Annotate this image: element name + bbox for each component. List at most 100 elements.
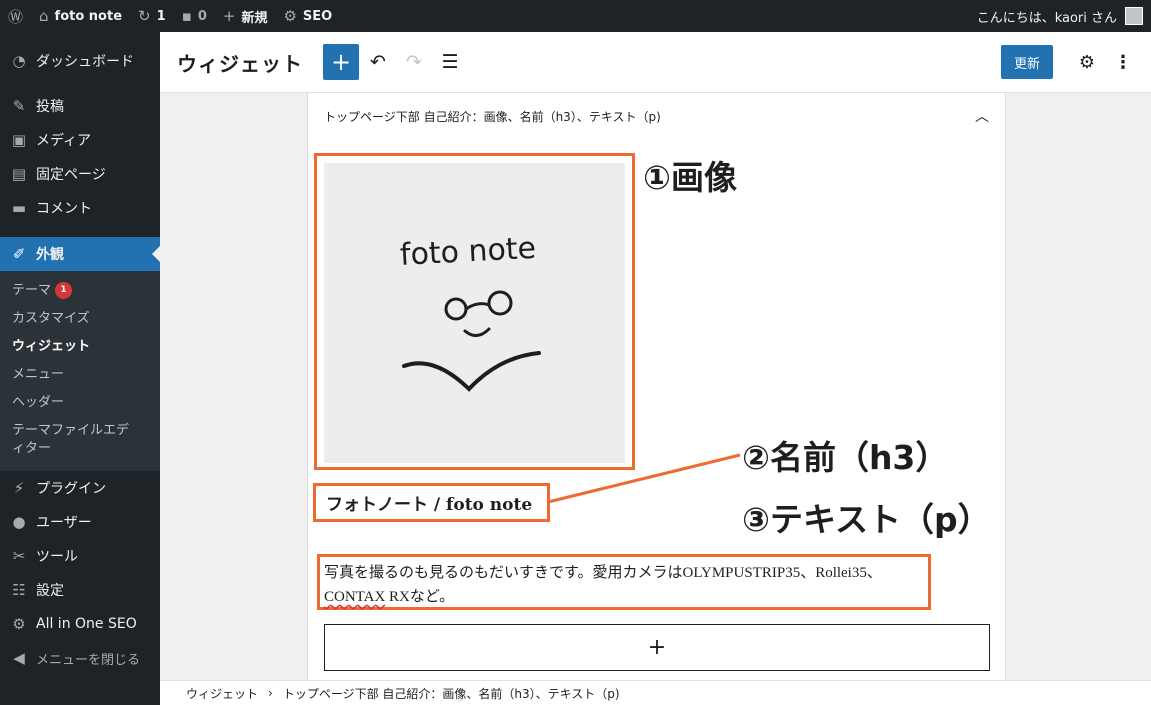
- image-block[interactable]: foto note: [314, 153, 635, 470]
- sidebar-item-label: プラグイン: [36, 481, 106, 497]
- submenu-item-widgets[interactable]: ウィジェット: [0, 333, 160, 361]
- submenu-item-header[interactable]: ヘッダー: [0, 389, 160, 417]
- sidebar-item-label: 設定: [36, 583, 64, 599]
- widget-area-header[interactable]: トップページ下部 自己紹介：画像、名前（h3）、テキスト（p) ︿: [308, 93, 1005, 139]
- paragraph-text-end: RXなど。: [385, 589, 455, 605]
- sidebar-item-comments[interactable]: ▬ コメント: [0, 191, 160, 225]
- admin-bar: Ⓦ ⌂ foto note ↻ 1 ▪ 0 + 新規 ⚙ SEO こんにちは、kaori …: [0, 0, 1151, 32]
- sidebar-item-label: ツール: [36, 549, 78, 565]
- chevron-up-icon[interactable]: ︿: [975, 106, 989, 126]
- annotation-text: ③テキスト（p）: [742, 500, 991, 539]
- seo-link[interactable]: ⚙ SEO: [275, 0, 340, 32]
- settings-icon: ☷: [12, 581, 26, 599]
- sidebar-item-users[interactable]: ● ユーザー: [0, 505, 160, 539]
- admin-sidebar: ◔ ダッシュボード ✎ 投稿 ▣ メディア ▤ 固定ページ ▬ コメント ✐ 外観 テーマ 1…: [0, 32, 160, 705]
- submenu-item-themes[interactable]: テーマ 1: [0, 277, 160, 305]
- submenu-item-menus[interactable]: メニュー: [0, 361, 160, 389]
- heading-block[interactable]: フォトノート / foto note: [313, 483, 550, 522]
- breadcrumb-separator: ›: [268, 686, 273, 700]
- sidebar-item-label: 投稿: [36, 99, 64, 115]
- updates-link[interactable]: ↻ 1: [130, 0, 174, 32]
- glasses-bridge: [465, 302, 490, 311]
- misspelled-word: CONTAX: [324, 589, 386, 605]
- site-name: foto note: [54, 8, 123, 24]
- new-content-link[interactable]: + 新規: [215, 0, 276, 32]
- sidebar-item-label: ユーザー: [36, 515, 92, 531]
- heading-text: フォトノート / foto note: [326, 495, 533, 515]
- paragraph-text: 写真を撮るのも見るのもだいすきです。愛用カメラはOLYMPUSTRIP35、Ro…: [324, 565, 882, 581]
- add-block-button[interactable]: +: [323, 44, 359, 80]
- update-badge: 1: [55, 282, 73, 299]
- collapse-icon: ◀: [13, 649, 25, 667]
- update-button[interactable]: 更新: [1000, 45, 1053, 79]
- undo-button[interactable]: ↶: [360, 44, 396, 80]
- sidebar-item-aioseo[interactable]: ⚙ All in One SEO: [0, 607, 160, 641]
- sidebar-item-label: All in One SEO: [36, 616, 137, 632]
- avatar: [1125, 7, 1143, 25]
- sidebar-item-label: コメント: [36, 201, 92, 217]
- page-icon: ▤: [11, 165, 27, 183]
- sidebar-item-dashboard[interactable]: ◔ ダッシュボード: [0, 44, 160, 78]
- sidebar-item-media[interactable]: ▣ メディア: [0, 123, 160, 157]
- sidebar-item-plugins[interactable]: ⚡ プラグイン: [0, 471, 160, 505]
- breadcrumb-root[interactable]: ウィジェット: [186, 685, 258, 702]
- greeting: こんにちは、kaori さん: [976, 10, 1117, 26]
- dashboard-icon: ◔: [12, 52, 26, 70]
- brush-icon: ✐: [12, 245, 26, 263]
- site-name-link[interactable]: ⌂ foto note: [31, 0, 130, 32]
- wordpress-logo[interactable]: Ⓦ: [0, 0, 31, 32]
- paragraph-block[interactable]: 写真を撮るのも見るのもだいすきです。愛用カメラはOLYMPUSTRIP35、Ro…: [317, 554, 931, 610]
- media-icon: ▣: [11, 131, 27, 149]
- editor-header: ウィジェット + ↶ ↷ ☰ 更新 ⚙ ⋮: [160, 32, 1151, 93]
- account-menu[interactable]: こんにちは、kaori さん: [977, 7, 1151, 26]
- user-icon: ●: [12, 513, 26, 531]
- sidebar-item-label: 外観: [36, 247, 64, 263]
- sidebar-item-posts[interactable]: ✎ 投稿: [0, 89, 160, 123]
- submenu-item-customize[interactable]: カスタマイズ: [0, 305, 160, 333]
- profile-illustration: foto note: [399, 231, 541, 392]
- book-shape: [402, 351, 541, 392]
- smile: [463, 327, 491, 337]
- updates-icon: ↻: [138, 7, 151, 25]
- redo-button[interactable]: ↷: [396, 44, 432, 80]
- annotation-image: ①画像: [643, 158, 737, 197]
- list-view-button[interactable]: ☰: [432, 44, 468, 80]
- home-icon: ⌂: [39, 7, 49, 25]
- sidebar-item-tools[interactable]: ✂ ツール: [0, 539, 160, 573]
- settings-button[interactable]: ⚙: [1069, 44, 1105, 80]
- submenu-label: テーマ: [12, 283, 52, 298]
- plugin-icon: ⚡: [13, 479, 25, 497]
- list-view-icon: ☰: [441, 51, 459, 73]
- sidebar-item-label: ダッシュボード: [36, 54, 134, 70]
- breadcrumb: ウィジェット › トップページ下部 自己紹介：画像、名前（h3）、テキスト（p): [160, 680, 1151, 705]
- comments-count: 0: [197, 8, 207, 24]
- collapse-menu-button[interactable]: ◀ メニューを閉じる: [0, 641, 160, 675]
- options-button[interactable]: ⋮: [1105, 44, 1141, 80]
- plus-icon: +: [647, 635, 667, 660]
- sidebar-item-label: メニューを閉じる: [36, 652, 141, 668]
- pin-icon: ✎: [12, 97, 26, 115]
- submenu-item-theme-editor[interactable]: テーマファイルエディター: [0, 417, 150, 463]
- comment-bubble-icon: ▪: [181, 7, 192, 25]
- page-title: ウィジェット: [177, 51, 303, 76]
- glasses-left-lens: [444, 297, 468, 321]
- plus-icon: +: [330, 48, 352, 76]
- sidebar-item-settings[interactable]: ☷ 設定: [0, 573, 160, 607]
- block-appender-button[interactable]: +: [324, 624, 990, 671]
- gear-icon: ⚙: [1078, 51, 1096, 73]
- updates-count: 1: [156, 8, 166, 24]
- sidebar-item-appearance[interactable]: ✐ 外観: [0, 237, 160, 271]
- new-label: 新規: [241, 10, 268, 26]
- wordpress-icon: Ⓦ: [8, 7, 24, 26]
- breadcrumb-current[interactable]: トップページ下部 自己紹介：画像、名前（h3）、テキスト（p): [283, 685, 620, 702]
- comments-link[interactable]: ▪ 0: [174, 0, 215, 32]
- glasses-right-lens: [487, 290, 513, 316]
- comment-icon: ▬: [11, 199, 27, 217]
- image-text: foto note: [399, 231, 537, 273]
- redo-icon: ↷: [406, 51, 422, 73]
- profile-image: foto note: [324, 163, 625, 463]
- widget-area-title: トップページ下部 自己紹介：画像、名前（h3）、テキスト（p): [324, 109, 661, 124]
- sidebar-item-pages[interactable]: ▤ 固定ページ: [0, 157, 160, 191]
- wrench-icon: ✂: [12, 547, 26, 565]
- seo-icon: ⚙: [283, 7, 297, 25]
